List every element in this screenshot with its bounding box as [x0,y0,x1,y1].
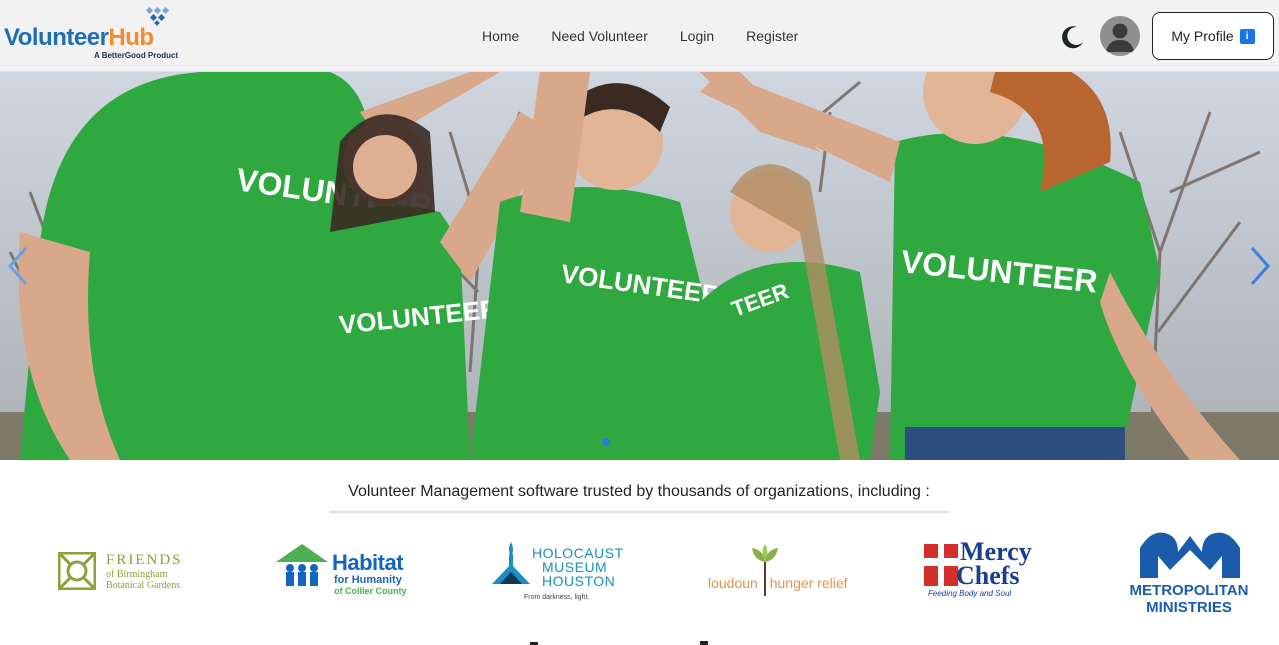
carousel-indicators [602,438,610,446]
org-name-line1: FRIENDS [106,552,183,568]
brand-logo[interactable]: VolunteerHub A BetterGood Product [4,6,194,64]
nav-links: Home Need Volunteer Login Register [466,26,814,46]
museum-flame-icon [492,542,530,584]
nav-link-register[interactable]: Register [730,26,814,46]
user-avatar-icon[interactable] [1100,16,1140,56]
org-name-line2: hunger relief [769,575,848,591]
chevron-right-icon[interactable] [1244,244,1274,288]
my-profile-label: My Profile [1171,28,1234,44]
org-name-line1: METROPOLITAN [1129,582,1249,599]
org-logo-friends-birmingham: FRIENDS of Birmingham Botanical Gardens [56,526,196,626]
my-profile-button[interactable]: My Profile i [1152,12,1274,60]
org-name-line3: HOUSTON [542,573,616,589]
mercy-cross-icon [924,544,958,586]
chevron-left-icon[interactable] [4,244,34,288]
org-tagline: Feeding Body and Soul [928,589,1012,598]
org-name-line1: loudoun [708,575,758,591]
org-name-line2: MINISTRIES [1146,599,1232,616]
org-name-line1: Habitat [332,550,404,575]
next-section-heading-peek [530,641,708,645]
nav-link-home[interactable]: Home [466,26,535,46]
brand-name-part1: Volunteer [4,24,109,51]
habitat-house-icon [276,544,328,586]
org-logo-metropolitan-ministries: METROPOLITAN MINISTRIES [1124,526,1254,626]
nav-link-need-volunteer[interactable]: Need Volunteer [535,26,664,46]
org-logo-mercy-chefs: Mercy Chefs Feeding Body and Soul [924,526,1054,626]
info-badge-icon: i [1239,28,1255,44]
org-logo-loudoun-hunger-relief: loudoun hunger relief [708,526,858,626]
carousel-indicator-active[interactable] [602,438,610,446]
logo-dots-icon [145,6,170,26]
org-name-line2: for Humanity [334,574,402,586]
brand-tagline: A BetterGood Product [94,51,179,60]
hero-image: VOLUNTEER VOLUNTEER VOLUNTEER TEER VOLUN… [0,72,1279,460]
org-tagline: From darkness, light. [524,594,590,601]
org-name-line3: of Collier County [334,586,407,596]
navbar: VolunteerHub A BetterGood Product Home N… [0,0,1279,72]
org-name-line2: Chefs [956,561,1020,590]
org-logo-holocaust-museum: HOLOCAUST MUSEUM HOUSTON From darkness, … [490,526,640,626]
brand-name-part2: Hub [108,24,154,51]
botanical-garden-icon [58,552,96,590]
trusted-by-heading: Volunteer Management software trusted by… [329,483,949,513]
brand-name: VolunteerHub [4,24,154,52]
org-name-line2: of Birmingham [106,569,168,580]
moon-icon[interactable] [1060,24,1086,50]
org-name-line3: Botanical Gardens [106,580,181,591]
hero-carousel: VOLUNTEER VOLUNTEER VOLUNTEER TEER VOLUN… [0,72,1279,460]
org-logo-habitat: Habitat for Humanity of Collier County [274,526,424,626]
nav-link-login[interactable]: Login [664,26,730,46]
metropolitan-m-icon [1140,532,1240,578]
organization-logos: FRIENDS of Birmingham Botanical Gardens … [0,526,1279,626]
